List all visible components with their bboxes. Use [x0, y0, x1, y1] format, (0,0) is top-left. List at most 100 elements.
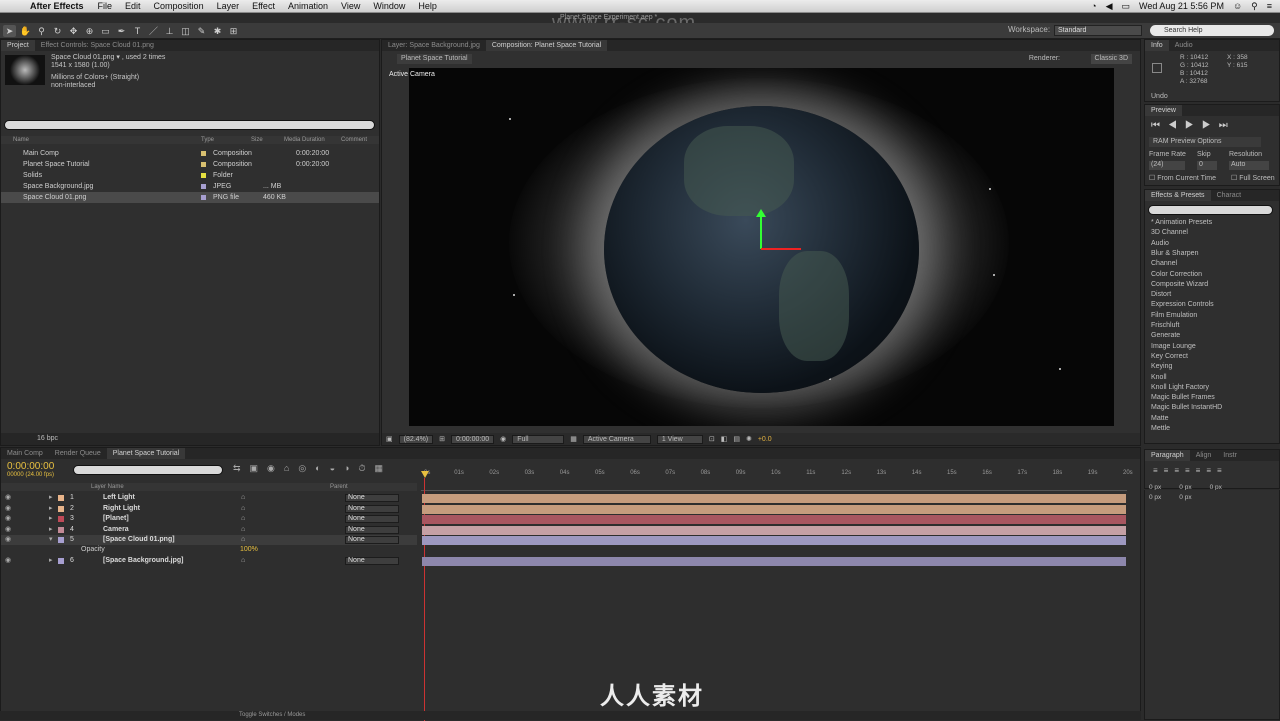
- menu-file[interactable]: File: [98, 1, 113, 11]
- tab-paragraph[interactable]: Paragraph: [1145, 450, 1190, 461]
- zoom-select[interactable]: (82.4%): [398, 434, 434, 444]
- effects-category[interactable]: Knoll Light Factory: [1151, 384, 1209, 391]
- visibility-eye-icon[interactable]: ◉: [5, 535, 11, 545]
- x-axis-gizmo[interactable]: [761, 248, 801, 250]
- expand-twirl-icon[interactable]: ▸: [49, 514, 53, 524]
- col-type[interactable]: Type: [201, 137, 251, 143]
- layer-label-swatch[interactable]: [58, 495, 64, 501]
- menu-help[interactable]: Help: [418, 1, 437, 11]
- tab-layer-viewer[interactable]: Layer: Space Background.jpg: [382, 40, 486, 51]
- view-layout-select[interactable]: 1 View: [656, 434, 703, 444]
- camera-select[interactable]: Active Camera: [582, 434, 651, 444]
- effects-category[interactable]: Distort: [1151, 291, 1171, 298]
- timeline-switches[interactable]: ⇆▣◉⌂◎◐◒◑⏱▦: [233, 463, 392, 474]
- effects-category[interactable]: Magic Bullet Frames: [1151, 394, 1215, 401]
- shy-switch-icon[interactable]: ⌂: [241, 504, 245, 514]
- pen-tool-icon[interactable]: ✒: [115, 25, 128, 37]
- toggle-switches-modes[interactable]: Toggle Switches / Modes: [239, 712, 305, 718]
- list-item[interactable]: Space Background.jpg JPEG ... MB: [1, 181, 379, 192]
- effects-category[interactable]: Knoll: [1151, 374, 1167, 381]
- layer-row[interactable]: ◉ ▸ 3 [Planet] ⌂ None: [1, 514, 417, 524]
- parent-select[interactable]: None: [345, 515, 399, 523]
- snapshot-icon[interactable]: ◉: [500, 435, 506, 443]
- tab-audio[interactable]: Audio: [1169, 40, 1199, 51]
- shy-switch-icon[interactable]: ⌂: [241, 535, 245, 545]
- effects-category[interactable]: Key Correct: [1151, 353, 1188, 360]
- expand-twirl-icon[interactable]: ▸: [49, 504, 53, 514]
- from-current-checkbox[interactable]: ☐ From Current Time: [1149, 174, 1216, 182]
- layer-row[interactable]: ◉ ▾ 5 [Space Cloud 01.png] ⌂ None: [1, 535, 417, 545]
- layer-name[interactable]: [Space Background.jpg]: [103, 556, 184, 566]
- workspace-select[interactable]: Standard: [1054, 25, 1142, 36]
- visibility-eye-icon[interactable]: ◉: [5, 556, 11, 566]
- resolution-select-preview[interactable]: Auto: [1229, 161, 1269, 170]
- layer-duration-bar[interactable]: [422, 494, 1126, 503]
- region-icon[interactable]: ▣: [386, 435, 393, 443]
- col-size[interactable]: Size: [251, 137, 284, 143]
- tab-info[interactable]: Info: [1145, 40, 1169, 51]
- effects-category[interactable]: Frischluft: [1151, 322, 1179, 329]
- layer-name[interactable]: [Space Cloud 01.png]: [103, 535, 175, 545]
- playhead-icon[interactable]: [421, 471, 429, 478]
- parent-select[interactable]: None: [345, 504, 399, 513]
- tab-project[interactable]: Project: [1, 40, 35, 51]
- tab-render-queue[interactable]: Render Queue: [49, 448, 107, 459]
- effects-category[interactable]: Expression Controls: [1151, 301, 1214, 308]
- shy-switch-icon[interactable]: ⌂: [241, 493, 245, 503]
- type-tool-icon[interactable]: T: [131, 25, 144, 37]
- effects-category[interactable]: Mettle: [1151, 425, 1170, 432]
- visibility-eye-icon[interactable]: ◉: [5, 514, 11, 524]
- ram-preview-select[interactable]: RAM Preview Options: [1149, 137, 1261, 147]
- camera-tool-icon[interactable]: ✥: [67, 25, 80, 37]
- renderer-select[interactable]: Classic 3D: [1090, 54, 1132, 64]
- effects-category[interactable]: Composite Wizard: [1151, 281, 1208, 288]
- opacity-value[interactable]: 100%: [240, 546, 258, 553]
- roto-tool-icon[interactable]: ✎: [195, 25, 208, 37]
- project-search-input[interactable]: [4, 120, 375, 130]
- layer-label-swatch[interactable]: [58, 516, 64, 522]
- wifi-icon[interactable]: ◔: [1091, 1, 1096, 11]
- shy-switch-icon[interactable]: ⌂: [241, 514, 245, 524]
- col-name[interactable]: Name: [1, 137, 201, 143]
- expand-twirl-icon[interactable]: ▾: [49, 535, 53, 545]
- space-before[interactable]: 0 px: [1149, 494, 1161, 501]
- clock[interactable]: Wed Aug 21 5:56 PM: [1139, 1, 1224, 11]
- tab-character[interactable]: Charact: [1211, 190, 1248, 201]
- layer-row[interactable]: ◉ ▸ 6 [Space Background.jpg] ⌂ None: [1, 556, 417, 566]
- layer-name[interactable]: Camera: [103, 525, 129, 535]
- next-frame-icon[interactable]: ▶: [1202, 120, 1219, 131]
- zoom-tool-icon[interactable]: ⚲: [35, 25, 48, 37]
- effects-category[interactable]: Audio: [1151, 240, 1169, 247]
- menu-window[interactable]: Window: [373, 1, 405, 11]
- app-name[interactable]: After Effects: [30, 1, 84, 11]
- layer-row[interactable]: ◉ ▸ 1 Left Light ⌂ None: [1, 493, 417, 503]
- effects-category[interactable]: * Animation Presets: [1151, 219, 1212, 226]
- list-item[interactable]: Main Comp Composition 0:00:20:00: [1, 148, 379, 159]
- effects-category[interactable]: Image Lounge: [1151, 343, 1196, 350]
- effects-category[interactable]: Blur & Sharpen: [1151, 250, 1198, 257]
- timeline-icon[interactable]: ▤: [733, 435, 740, 443]
- layer-name[interactable]: Left Light: [103, 493, 135, 503]
- toggle-pixel-icon[interactable]: ⊡: [709, 435, 715, 443]
- transparency-grid-icon[interactable]: ▦: [570, 435, 577, 443]
- time-ruler[interactable]: [421, 481, 1127, 491]
- menu-layer[interactable]: Layer: [217, 1, 240, 11]
- parent-select[interactable]: None: [345, 536, 399, 544]
- tab-main-comp[interactable]: Main Comp: [1, 448, 49, 459]
- layer-name[interactable]: [Planet]: [103, 514, 129, 524]
- layer-label-swatch[interactable]: [58, 505, 64, 512]
- parent-select[interactable]: None: [345, 494, 399, 502]
- spotlight-icon[interactable]: ⚲: [1251, 1, 1258, 12]
- stamp-tool-icon[interactable]: ⊥: [163, 25, 176, 37]
- layer-label-swatch[interactable]: [58, 526, 64, 533]
- effects-category[interactable]: 3D Channel: [1151, 229, 1188, 236]
- play-icon[interactable]: ▶: [1185, 120, 1202, 131]
- volume-icon[interactable]: ◀: [1106, 1, 1113, 12]
- effects-category[interactable]: Generate: [1151, 332, 1180, 339]
- parent-select[interactable]: None: [345, 556, 399, 565]
- layer-duration-bar[interactable]: [422, 525, 1126, 535]
- selection-tool-icon[interactable]: ➤: [3, 24, 16, 37]
- timeline-search-input[interactable]: [73, 465, 223, 475]
- layer-duration-bar[interactable]: [422, 536, 1126, 545]
- comp-subtab[interactable]: Planet Space Tutorial: [397, 54, 472, 64]
